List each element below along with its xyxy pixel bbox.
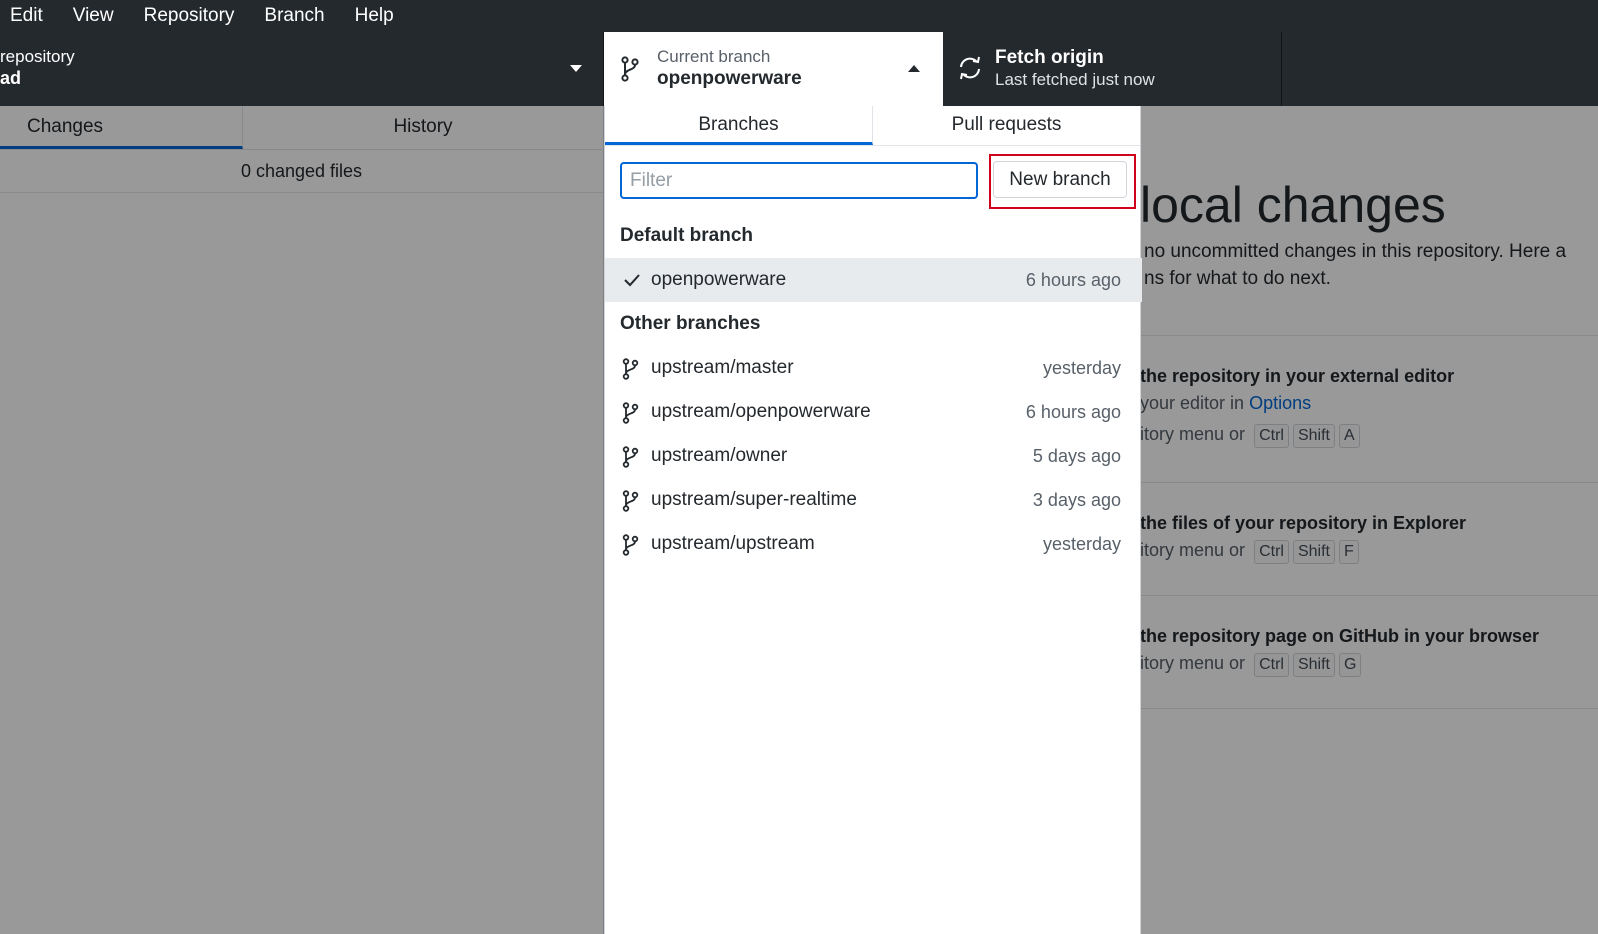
default-branch-heading: Default branch <box>620 225 754 246</box>
menu-branch[interactable]: Branch <box>249 4 339 28</box>
branch-name: upstream/upstream <box>651 533 815 554</box>
last-fetched-text: Last fetched just now <box>995 70 1155 89</box>
current-branch-label: Current branch <box>657 47 771 66</box>
branch-filter-input[interactable] <box>620 162 978 199</box>
branch-name: upstream/super-realtime <box>651 489 857 510</box>
caret-down-icon <box>570 65 582 72</box>
branch-name: upstream/owner <box>651 445 788 466</box>
branch-icon <box>622 446 640 473</box>
menu-bar: Edit View Repository Branch Help <box>0 0 1598 32</box>
repository-label: repository <box>0 47 75 66</box>
branch-item-upstream-owner[interactable]: upstream/owner 5 days ago <box>605 434 1142 478</box>
branch-time: yesterday <box>1042 358 1121 378</box>
toolbar: repository ad Current branch openpowerwa… <box>0 32 1598 106</box>
current-branch-button[interactable]: Current branch openpowerware <box>604 32 943 106</box>
branch-icon <box>622 358 640 385</box>
branch-name: upstream/openpowerware <box>651 401 871 422</box>
branch-time: 5 days ago <box>1032 446 1121 466</box>
fetch-origin-label: Fetch origin <box>995 47 1104 68</box>
menu-repository[interactable]: Repository <box>129 4 250 28</box>
branch-dropdown: Branches Pull requests New branch Defaul… <box>604 106 1142 934</box>
fetch-origin-button[interactable]: Fetch origin Last fetched just now <box>943 32 1282 106</box>
new-branch-button[interactable]: New branch <box>993 161 1127 198</box>
branch-time: 3 days ago <box>1032 490 1121 510</box>
branch-item-upstream-master[interactable]: upstream/master yesterday <box>605 346 1142 390</box>
branch-item-upstream-super-realtime[interactable]: upstream/super-realtime 3 days ago <box>605 478 1142 522</box>
branch-icon <box>622 402 640 429</box>
branch-icon <box>622 490 640 517</box>
repository-name: ad <box>0 68 22 88</box>
branch-time: 6 hours ago <box>1025 270 1121 290</box>
current-repository-button[interactable]: repository ad <box>0 32 604 106</box>
caret-up-icon <box>908 65 920 72</box>
branch-icon <box>622 534 640 561</box>
menu-help[interactable]: Help <box>340 4 409 28</box>
current-branch-name: openpowerware <box>657 68 802 89</box>
filter-row: New branch <box>605 146 1142 212</box>
menu-edit[interactable]: Edit <box>0 4 58 28</box>
branch-dropdown-tabs: Branches Pull requests <box>605 106 1140 146</box>
tab-pull-requests[interactable]: Pull requests <box>873 106 1140 145</box>
check-icon <box>622 270 642 295</box>
branch-time: 6 hours ago <box>1025 402 1121 422</box>
tab-branches[interactable]: Branches <box>605 106 873 145</box>
branch-item-upstream-upstream[interactable]: upstream/upstream yesterday <box>605 522 1142 566</box>
branch-icon <box>620 56 640 87</box>
branch-time: yesterday <box>1042 534 1121 554</box>
sync-icon <box>957 55 983 86</box>
branch-name: openpowerware <box>651 269 787 290</box>
branch-item-upstream-openpowerware[interactable]: upstream/openpowerware 6 hours ago <box>605 390 1142 434</box>
other-branches-heading: Other branches <box>620 313 761 334</box>
menu-view[interactable]: View <box>58 4 129 28</box>
branch-name: upstream/master <box>651 357 794 378</box>
branch-item-openpowerware[interactable]: openpowerware 6 hours ago <box>605 258 1142 302</box>
